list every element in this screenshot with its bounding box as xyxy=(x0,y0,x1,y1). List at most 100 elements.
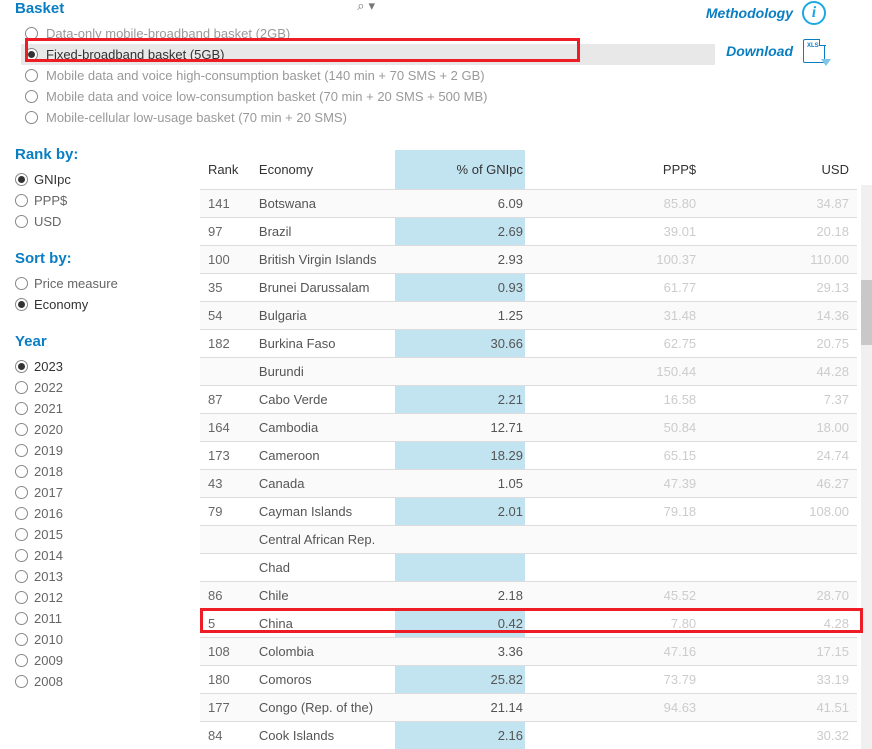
economy: Bulgaria xyxy=(251,302,409,330)
usd-cell: 110.00 xyxy=(704,246,857,274)
scrollbar-thumb[interactable] xyxy=(861,280,872,345)
radio-icon xyxy=(15,298,28,311)
economy: Cayman Islands xyxy=(251,498,409,526)
table-row[interactable]: 173Cameroon18.2965.1524.74 xyxy=(200,442,857,470)
table-row[interactable]: 97Brazil2.6939.0120.18 xyxy=(200,218,857,246)
year-option[interactable]: 2014 xyxy=(15,545,185,566)
info-icon[interactable]: i xyxy=(801,0,827,26)
ppp-cell: 100.37 xyxy=(531,246,704,274)
year-option[interactable]: 2023 xyxy=(15,356,185,377)
economy: Chad xyxy=(251,554,409,582)
table-row[interactable]: Burundi150.4444.28 xyxy=(200,358,857,386)
table-row[interactable]: 35Brunei Darussalam0.9361.7729.13 xyxy=(200,274,857,302)
col-economy[interactable]: Economy xyxy=(251,150,409,190)
year-option[interactable]: 2015 xyxy=(15,524,185,545)
year-label: 2018 xyxy=(34,464,63,479)
radio-icon xyxy=(25,48,38,61)
table-row[interactable]: 86Chile2.1845.5228.70 xyxy=(200,582,857,610)
ppp-cell: 61.77 xyxy=(531,274,704,302)
gni-cell xyxy=(409,358,531,386)
radio-icon xyxy=(25,27,38,40)
year-label: 2013 xyxy=(34,569,63,584)
table-row[interactable]: 182Burkina Faso30.6662.7520.75 xyxy=(200,330,857,358)
radio-icon xyxy=(15,423,28,436)
col-rank[interactable]: Rank xyxy=(200,150,251,190)
radio-icon xyxy=(15,528,28,541)
sort-by-option[interactable]: Price measure xyxy=(15,273,185,294)
ppp-cell: 65.15 xyxy=(531,442,704,470)
table-row[interactable]: 141Botswana6.0985.8034.87 xyxy=(200,190,857,218)
economy: Cambodia xyxy=(251,414,409,442)
rank xyxy=(200,526,251,554)
year-option[interactable]: 2008 xyxy=(15,671,185,692)
table-row[interactable]: 54Bulgaria1.2531.4814.36 xyxy=(200,302,857,330)
gni-cell: 25.82 xyxy=(409,666,531,694)
xls-download-icon[interactable]: XLS xyxy=(801,38,827,64)
sort-by-option[interactable]: Economy xyxy=(15,294,185,315)
table-row[interactable]: Chad xyxy=(200,554,857,582)
year-label: 2021 xyxy=(34,401,63,416)
usd-cell xyxy=(704,554,857,582)
year-option[interactable]: 2010 xyxy=(15,629,185,650)
ppp-cell: 45.52 xyxy=(531,582,704,610)
rank: 180 xyxy=(200,666,251,694)
rank-by-option[interactable]: USD xyxy=(15,211,185,232)
usd-cell: 30.32 xyxy=(704,722,857,749)
sort-by-label: Economy xyxy=(34,297,88,312)
ppp-cell: 73.79 xyxy=(531,666,704,694)
rank: 86 xyxy=(200,582,251,610)
table-row[interactable]: 180Comoros25.8273.7933.19 xyxy=(200,666,857,694)
table-row[interactable]: 5China0.427.804.28 xyxy=(200,610,857,638)
table-row[interactable]: 79Cayman Islands2.0179.18108.00 xyxy=(200,498,857,526)
year-option[interactable]: 2009 xyxy=(15,650,185,671)
year-option[interactable]: 2020 xyxy=(15,419,185,440)
year-option[interactable]: 2022 xyxy=(15,377,185,398)
sort-by-title: Sort by: xyxy=(15,250,185,267)
table-row[interactable]: 87Cabo Verde2.2116.587.37 xyxy=(200,386,857,414)
year-option[interactable]: 2018 xyxy=(15,461,185,482)
table-row[interactable]: 100British Virgin Islands2.93100.37110.0… xyxy=(200,246,857,274)
rank-by-title: Rank by: xyxy=(15,146,185,163)
gni-cell: 21.14 xyxy=(409,694,531,722)
year-option[interactable]: 2011 xyxy=(15,608,185,629)
table-row[interactable]: 108Colombia3.3647.1617.15 xyxy=(200,638,857,666)
col-gni[interactable]: % of GNIpc xyxy=(409,150,531,190)
methodology-link[interactable]: Methodology xyxy=(706,5,793,21)
rank: 87 xyxy=(200,386,251,414)
table-row[interactable]: 164Cambodia12.7150.8418.00 xyxy=(200,414,857,442)
download-link[interactable]: Download xyxy=(726,43,793,59)
col-ppp[interactable]: PPP$ xyxy=(531,150,704,190)
rank: 35 xyxy=(200,274,251,302)
rank-by-option[interactable]: GNIpc xyxy=(15,169,185,190)
year-option[interactable]: 2012 xyxy=(15,587,185,608)
table-row[interactable]: 84Cook Islands2.1630.32 xyxy=(200,722,857,749)
table-row[interactable]: 43Canada1.0547.3946.27 xyxy=(200,470,857,498)
rank: 164 xyxy=(200,414,251,442)
radio-icon xyxy=(15,444,28,457)
year-label: 2022 xyxy=(34,380,63,395)
col-usd[interactable]: USD xyxy=(704,150,857,190)
usd-cell: 7.37 xyxy=(704,386,857,414)
ppp-cell: 7.80 xyxy=(531,610,704,638)
year-option[interactable]: 2021 xyxy=(15,398,185,419)
year-option[interactable]: 2016 xyxy=(15,503,185,524)
rank: 5 xyxy=(200,610,251,638)
gni-cell: 1.05 xyxy=(409,470,531,498)
usd-cell: 108.00 xyxy=(704,498,857,526)
gni-cell: 2.16 xyxy=(409,722,531,749)
year-option[interactable]: 2013 xyxy=(15,566,185,587)
table-row[interactable]: 177Congo (Rep. of the)21.1494.6341.51 xyxy=(200,694,857,722)
radio-icon xyxy=(15,612,28,625)
year-option[interactable]: 2019 xyxy=(15,440,185,461)
rank xyxy=(200,358,251,386)
gni-cell xyxy=(409,554,531,582)
year-option[interactable]: 2017 xyxy=(15,482,185,503)
scrollbar-track[interactable] xyxy=(861,185,872,749)
rank: 54 xyxy=(200,302,251,330)
radio-icon xyxy=(15,486,28,499)
rank-by-option[interactable]: PPP$ xyxy=(15,190,185,211)
usd-cell: 28.70 xyxy=(704,582,857,610)
year-label: 2020 xyxy=(34,422,63,437)
year-label: 2008 xyxy=(34,674,63,689)
table-row[interactable]: Central African Rep. xyxy=(200,526,857,554)
